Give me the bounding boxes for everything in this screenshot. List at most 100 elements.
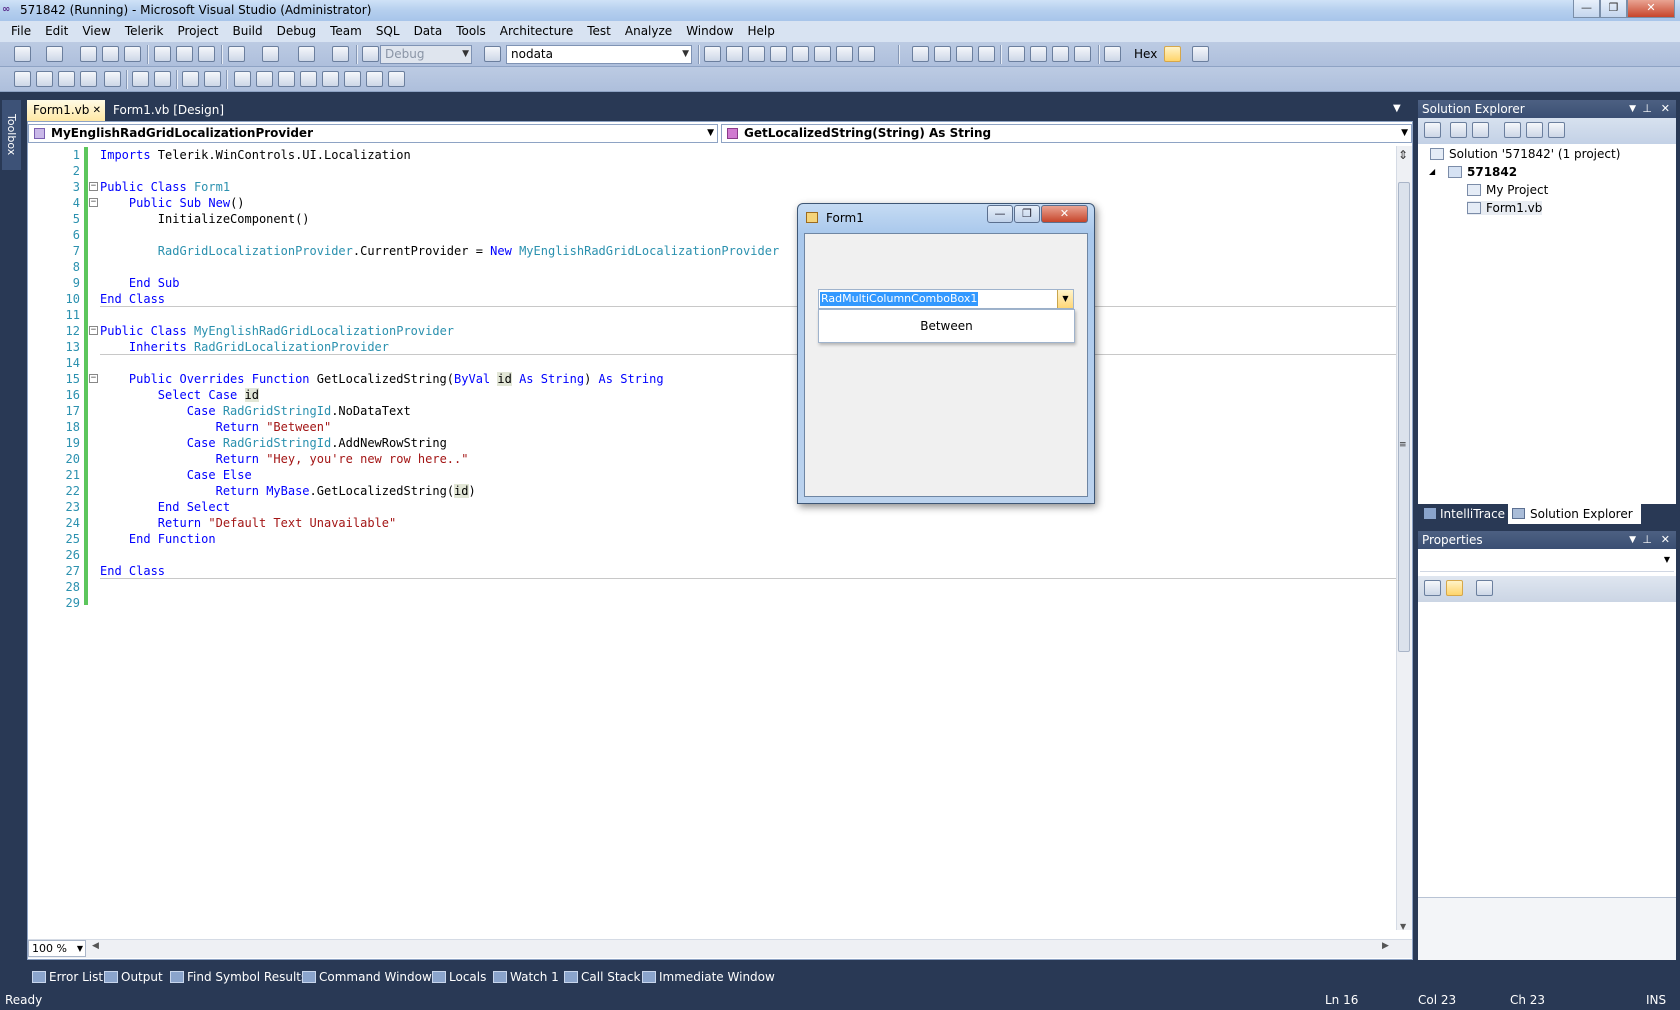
- collapse-outline-icon[interactable]: −: [89, 374, 98, 383]
- save-icon[interactable]: [102, 46, 119, 62]
- toggle-bookmark-icon[interactable]: [234, 71, 251, 87]
- undo-icon[interactable]: [228, 46, 245, 62]
- code-line[interactable]: End Select: [100, 499, 230, 515]
- toggle-completion-icon[interactable]: [104, 71, 121, 87]
- toolbox-tab[interactable]: Toolbox: [2, 100, 21, 170]
- uncomment-icon[interactable]: [204, 71, 221, 87]
- previous-bookmark-in-document-icon[interactable]: [344, 71, 361, 87]
- menu-window[interactable]: Window: [679, 21, 740, 42]
- code-line[interactable]: Case Else: [100, 467, 252, 483]
- next-bookmark-icon[interactable]: [278, 71, 295, 87]
- quick-watch-icon[interactable]: [1104, 46, 1121, 62]
- tab-form1-design[interactable]: Form1.vb [Design]: [107, 100, 230, 121]
- menu-data[interactable]: Data: [407, 21, 450, 42]
- breakpoints-icon[interactable]: [1192, 46, 1209, 62]
- restart-icon[interactable]: [978, 46, 995, 62]
- tree-item-my-project[interactable]: My Project: [1467, 183, 1548, 197]
- find-icon[interactable]: [704, 46, 721, 62]
- object-browser-icon[interactable]: [770, 46, 787, 62]
- menu-edit[interactable]: Edit: [38, 21, 75, 42]
- pin-icon[interactable]: ⊥: [1642, 100, 1652, 118]
- display-object-member-list-icon[interactable]: [14, 71, 31, 87]
- menu-tools[interactable]: Tools: [449, 21, 493, 42]
- tree-item-form1-vb[interactable]: Form1.vb: [1467, 201, 1543, 215]
- solution-node[interactable]: Solution '571842' (1 project): [1430, 147, 1620, 161]
- menu-test[interactable]: Test: [580, 21, 618, 42]
- collapse-arrow-icon[interactable]: ◢: [1429, 167, 1435, 176]
- step-over-icon[interactable]: [1052, 46, 1069, 62]
- class-navigation-select[interactable]: MyEnglishRadGridLocalizationProvider ▼: [28, 124, 718, 143]
- save-all-icon[interactable]: [124, 46, 141, 62]
- pin-icon[interactable]: ⊥: [1642, 531, 1652, 549]
- code-line[interactable]: End Sub: [100, 275, 180, 291]
- code-line[interactable]: Public Class MyEnglishRadGridLocalizatio…: [100, 323, 454, 339]
- next-bookmark-in-document-icon[interactable]: [366, 71, 383, 87]
- menu-view[interactable]: View: [75, 21, 117, 42]
- start-page-icon[interactable]: [814, 46, 831, 62]
- window-position-icon[interactable]: ▼: [1629, 531, 1636, 549]
- active-files-dropdown-icon[interactable]: ▼: [1393, 103, 1401, 114]
- view-class-diagram-icon[interactable]: [1548, 122, 1565, 138]
- tab-form1-vb[interactable]: Form1.vb ✕: [27, 100, 105, 121]
- increase-indent-icon[interactable]: [154, 71, 171, 87]
- code-line[interactable]: Return "Between": [100, 419, 332, 435]
- close-icon[interactable]: ✕: [93, 100, 101, 121]
- form-close-button[interactable]: ✕: [1041, 205, 1088, 223]
- tab-solution-explorer[interactable]: Solution Explorer: [1508, 504, 1641, 524]
- add-item-icon[interactable]: [46, 46, 63, 62]
- close-icon[interactable]: ✕: [1661, 531, 1670, 549]
- copy-icon[interactable]: [176, 46, 193, 62]
- properties-object-select[interactable]: ▼: [1420, 552, 1674, 572]
- previous-bookmark-in-folder-icon[interactable]: [300, 71, 317, 87]
- tab-watch-1[interactable]: Watch 1: [490, 967, 559, 987]
- find-in-files-icon[interactable]: [484, 46, 501, 62]
- split-editor-icon[interactable]: ⇕: [1398, 148, 1408, 162]
- editor-horizontal-scrollbar[interactable]: [28, 939, 1412, 958]
- alphabetical-icon[interactable]: [1446, 580, 1463, 596]
- collapse-outline-icon[interactable]: −: [89, 326, 98, 335]
- code-line[interactable]: Case RadGridStringId.AddNewRowString: [100, 435, 447, 451]
- solution-explorer-icon[interactable]: [726, 46, 743, 62]
- code-line[interactable]: Return "Default Text Unavailable": [100, 515, 396, 531]
- step-out-icon[interactable]: [1074, 46, 1091, 62]
- chevron-down-icon[interactable]: ▼: [1057, 290, 1073, 308]
- window-position-icon[interactable]: ▼: [1629, 100, 1636, 118]
- code-line[interactable]: Imports Telerik.WinControls.UI.Localizat…: [100, 147, 411, 163]
- menu-telerik[interactable]: Telerik: [118, 21, 171, 42]
- paste-icon[interactable]: [198, 46, 215, 62]
- menu-analyze[interactable]: Analyze: [618, 21, 679, 42]
- close-icon[interactable]: ✕: [1661, 100, 1670, 118]
- cut-icon[interactable]: [154, 46, 171, 62]
- parameter-info-icon[interactable]: [36, 71, 53, 87]
- code-line[interactable]: Public Class Form1: [100, 179, 230, 195]
- complete-word-icon[interactable]: [80, 71, 97, 87]
- continue-icon[interactable]: [912, 46, 929, 62]
- code-text-area[interactable]: Imports Telerik.WinControls.UI.Localizat…: [88, 146, 1396, 930]
- property-pages-icon[interactable]: [1476, 580, 1493, 596]
- form-maximize-button[interactable]: ❐: [1014, 205, 1040, 223]
- combobox-selected-text[interactable]: RadMultiColumnComboBox1: [820, 292, 979, 306]
- close-window-button[interactable]: ✕: [1627, 0, 1675, 18]
- source-mode-icon[interactable]: [1164, 46, 1181, 62]
- zoom-select[interactable]: 100 % ▼: [28, 940, 86, 957]
- previous-bookmark-icon[interactable]: [256, 71, 273, 87]
- code-line[interactable]: End Function: [100, 531, 216, 547]
- tab-error-list[interactable]: Error List: [29, 967, 103, 987]
- menu-build[interactable]: Build: [226, 21, 270, 42]
- find-combo[interactable]: nodata ▼: [506, 45, 692, 64]
- restore-button[interactable]: ❐: [1600, 0, 1627, 18]
- menu-architecture[interactable]: Architecture: [493, 21, 580, 42]
- menu-file[interactable]: File: [4, 21, 38, 42]
- next-bookmark-in-folder-icon[interactable]: [322, 71, 339, 87]
- menu-sql[interactable]: SQL: [369, 21, 407, 42]
- tab-command-window[interactable]: Command Window: [299, 967, 432, 987]
- collapse-outline-icon[interactable]: −: [89, 198, 98, 207]
- refresh-icon[interactable]: [1472, 122, 1489, 138]
- code-line[interactable]: Case RadGridStringId.NoDataText: [100, 403, 411, 419]
- tab-locals[interactable]: Locals: [429, 967, 486, 987]
- quick-info-icon[interactable]: [58, 71, 75, 87]
- tab-immediate-window[interactable]: Immediate Window: [639, 967, 775, 987]
- toolbox-icon[interactable]: [792, 46, 809, 62]
- tab-intellitrace[interactable]: IntelliTrace: [1420, 504, 1509, 524]
- tab-find-symbol-results[interactable]: Find Symbol Results: [167, 967, 307, 987]
